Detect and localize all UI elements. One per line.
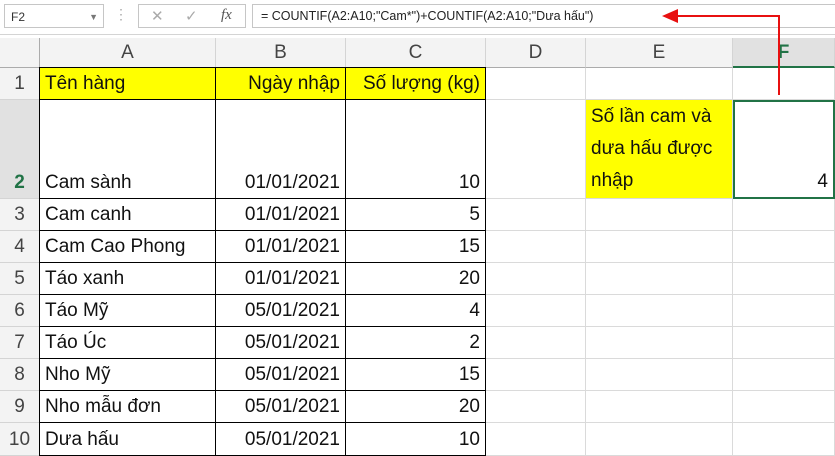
- red-arrow-annotation: [662, 9, 780, 95]
